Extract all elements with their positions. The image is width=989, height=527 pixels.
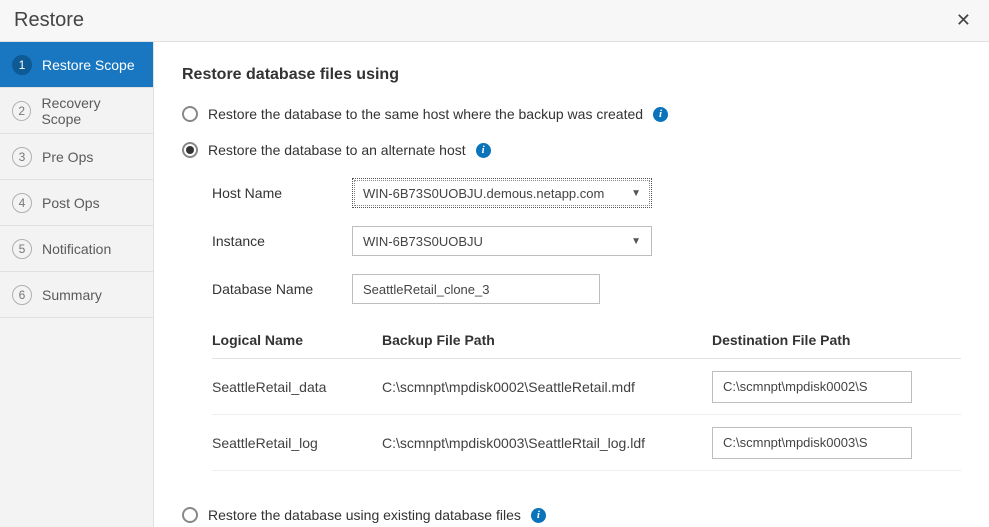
step-recovery-scope[interactable]: 2 Recovery Scope [0, 88, 153, 134]
database-name-input[interactable] [352, 274, 600, 304]
step-notification[interactable]: 5 Notification [0, 226, 153, 272]
radio-existing-files-label: Restore the database using existing data… [208, 507, 521, 523]
radio-alt-host-label: Restore the database to an alternate hos… [208, 142, 466, 158]
close-icon[interactable]: ✕ [952, 6, 975, 35]
info-icon[interactable]: i [653, 107, 668, 122]
option-same-host-row[interactable]: Restore the database to the same host wh… [182, 106, 961, 122]
host-name-select[interactable]: WIN-6B73S0UOBJU.demous.netapp.com ▼ [352, 178, 652, 208]
titlebar: Restore ✕ [0, 0, 989, 42]
page-heading: Restore database files using [182, 66, 961, 84]
instance-label: Instance [212, 233, 352, 249]
step-number: 2 [12, 101, 31, 121]
step-summary[interactable]: 6 Summary [0, 272, 153, 318]
step-label: Post Ops [42, 195, 100, 211]
info-icon[interactable]: i [531, 508, 546, 523]
chevron-down-icon: ▼ [631, 236, 641, 247]
backup-path-cell: C:\scmnpt\mpdisk0003\SeattleRtail_log.ld… [382, 435, 712, 451]
logical-name-cell: SeattleRetail_data [212, 379, 382, 395]
step-number: 6 [12, 285, 32, 305]
step-number: 4 [12, 193, 32, 213]
table-row: SeattleRetail_data C:\scmnpt\mpdisk0002\… [212, 359, 961, 415]
host-name-value: WIN-6B73S0UOBJU.demous.netapp.com [363, 186, 604, 201]
radio-same-host-label: Restore the database to the same host wh… [208, 106, 643, 122]
step-number: 1 [12, 55, 32, 75]
wizard-steps: 1 Restore Scope 2 Recovery Scope 3 Pre O… [0, 42, 154, 527]
logical-name-cell: SeattleRetail_log [212, 435, 382, 451]
host-name-label: Host Name [212, 185, 352, 201]
info-icon[interactable]: i [476, 143, 491, 158]
step-label: Recovery Scope [41, 95, 141, 127]
option-alt-host-row[interactable]: Restore the database to an alternate hos… [182, 142, 961, 158]
step-label: Notification [42, 241, 111, 257]
instance-select[interactable]: WIN-6B73S0UOBJU ▼ [352, 226, 652, 256]
dest-path-input[interactable] [712, 427, 912, 459]
backup-path-cell: C:\scmnpt\mpdisk0002\SeattleRetail.mdf [382, 379, 712, 395]
step-number: 5 [12, 239, 32, 259]
database-name-label: Database Name [212, 281, 352, 297]
dest-path-input[interactable] [712, 371, 912, 403]
step-restore-scope[interactable]: 1 Restore Scope [0, 42, 153, 88]
chevron-down-icon: ▼ [631, 188, 641, 199]
radio-same-host[interactable] [182, 106, 198, 122]
step-number: 3 [12, 147, 32, 167]
instance-value: WIN-6B73S0UOBJU [363, 234, 483, 249]
step-label: Summary [42, 287, 102, 303]
step-label: Pre Ops [42, 149, 93, 165]
step-label: Restore Scope [42, 57, 135, 73]
table-row: SeattleRetail_log C:\scmnpt\mpdisk0003\S… [212, 415, 961, 471]
step-post-ops[interactable]: 4 Post Ops [0, 180, 153, 226]
step-pre-ops[interactable]: 3 Pre Ops [0, 134, 153, 180]
dialog-title: Restore [14, 9, 84, 32]
col-backup-path: Backup File Path [382, 332, 712, 348]
col-logical-name: Logical Name [212, 332, 382, 348]
radio-existing-files[interactable] [182, 507, 198, 523]
file-table-header: Logical Name Backup File Path Destinatio… [212, 322, 961, 359]
option-existing-files-row[interactable]: Restore the database using existing data… [182, 507, 961, 523]
radio-alt-host[interactable] [182, 142, 198, 158]
col-dest-path: Destination File Path [712, 332, 932, 348]
